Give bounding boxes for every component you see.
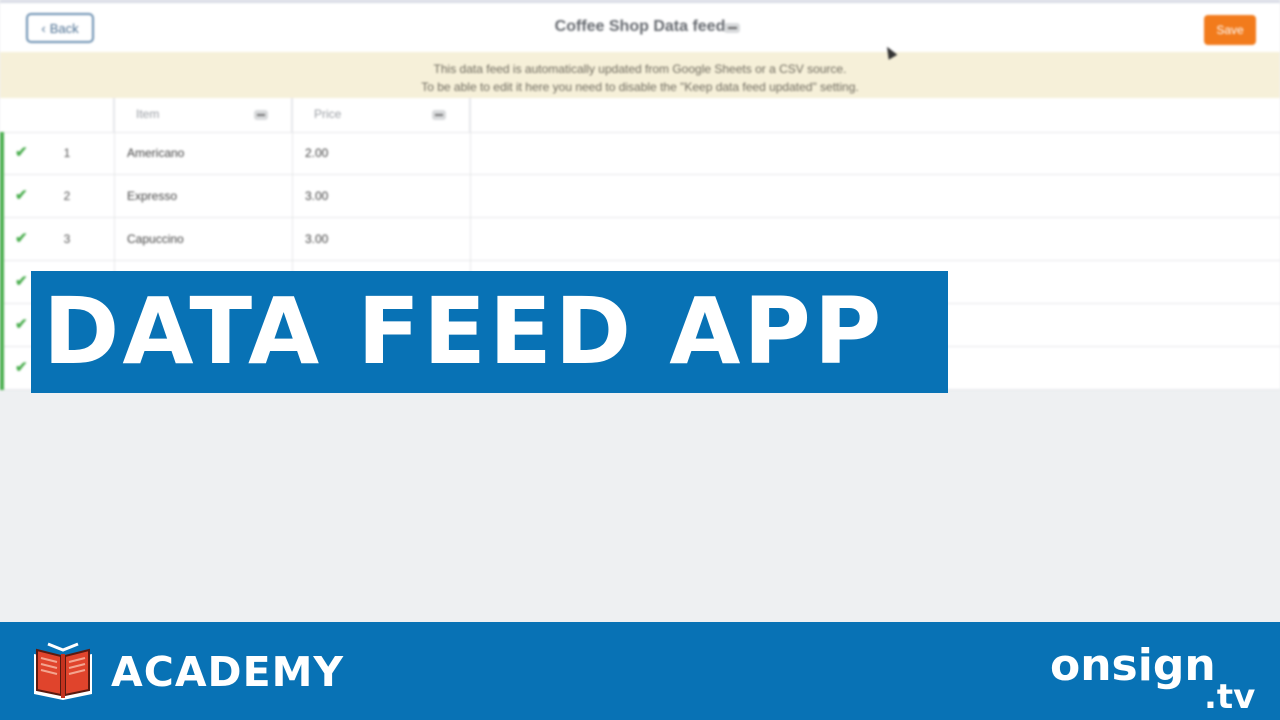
row-number: 3 — [63, 232, 71, 246]
column-menu-icon[interactable] — [254, 110, 268, 120]
book-icon — [34, 642, 92, 700]
cell-item[interactable]: Capuccino — [127, 232, 184, 246]
table-row[interactable]: ✔ 2 Expresso 3.00 — [0, 175, 1280, 218]
index-column-header — [0, 98, 114, 132]
cell-price[interactable]: 3.00 — [305, 189, 328, 203]
row-number: 2 — [63, 189, 71, 203]
title-more-icon[interactable] — [724, 23, 740, 33]
notice-line-1: This data feed is automatically updated … — [433, 62, 847, 76]
top-bar: ‹ Back Coffee Shop Data feed Save — [0, 0, 1280, 52]
check-icon: ✔ — [15, 273, 28, 290]
table-row[interactable]: ✔ 1 Americano 2.00 — [0, 132, 1280, 175]
column-header-item[interactable]: Item — [114, 98, 292, 132]
cell-price[interactable]: 3.00 — [305, 232, 328, 246]
row-number: 1 — [63, 146, 71, 160]
check-icon: ✔ — [15, 230, 28, 247]
check-icon: ✔ — [15, 359, 28, 376]
save-button[interactable]: Save — [1204, 15, 1256, 45]
column-header-price[interactable]: Price — [292, 98, 470, 132]
notice-line-2: To be able to edit it here you need to d… — [421, 80, 859, 94]
check-icon: ✔ — [15, 144, 28, 161]
check-icon: ✔ — [15, 316, 28, 333]
cell-item[interactable]: Expresso — [127, 189, 177, 203]
column-header-item-label: Item — [136, 107, 160, 121]
row-status-flag — [0, 175, 4, 218]
column-menu-icon[interactable] — [432, 110, 446, 120]
row-status-flag — [0, 132, 4, 175]
brand-wordmark: onsign — [1050, 640, 1216, 691]
column-header-price-label: Price — [314, 107, 342, 121]
page-title: Coffee Shop Data feed — [554, 18, 726, 35]
check-icon: ✔ — [15, 187, 28, 204]
row-status-flag — [0, 218, 4, 261]
row-status-flag — [0, 304, 4, 347]
title-banner: DATA FEED APP — [31, 271, 948, 393]
cell-item[interactable]: Americano — [127, 146, 184, 160]
academy-label: ACADEMY — [111, 648, 345, 696]
grid-header: Item Price — [0, 98, 1280, 133]
footer-bar: ACADEMY onsign .tv — [0, 622, 1280, 720]
row-status-flag — [0, 347, 4, 390]
onsign-tv-logo[interactable]: onsign .tv — [1050, 636, 1260, 716]
row-status-flag — [0, 261, 4, 304]
sync-notice: This data feed is automatically updated … — [0, 52, 1280, 98]
brand-suffix: .tv — [1204, 677, 1255, 716]
cell-price[interactable]: 2.00 — [305, 146, 328, 160]
table-row[interactable]: ✔ 3 Capuccino 3.00 — [0, 218, 1280, 261]
